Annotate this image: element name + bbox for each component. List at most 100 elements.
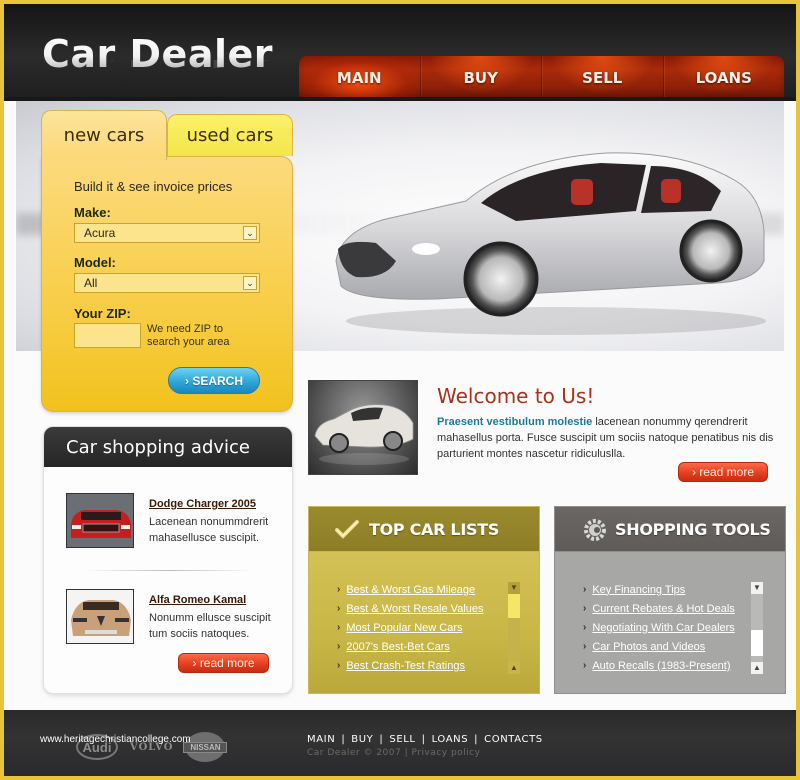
advice-title: Car shopping advice — [44, 427, 292, 467]
list-item-link[interactable]: Key Financing Tips — [592, 584, 685, 596]
list-item-link[interactable]: Current Rebates & Hot Deals — [592, 603, 734, 615]
chevron-right-icon: › — [583, 584, 587, 595]
separator: | — [341, 734, 346, 745]
model-select[interactable]: All ⌄ — [74, 273, 260, 293]
page-frame: Car Dealer Car Dealer MAIN BUY SELL LOAN… — [4, 4, 796, 776]
chevron-right-icon: › — [337, 603, 341, 614]
top-car-lists-items: › Best & Worst Gas Mileage › Best & Worst … — [337, 580, 484, 675]
scroll-up-icon[interactable]: ▲ — [751, 662, 763, 674]
gear-icon — [584, 519, 606, 541]
list-item[interactable]: › Best & Worst Gas Mileage — [337, 580, 484, 599]
scroll-up-icon[interactable]: ▲ — [508, 662, 520, 674]
footer-link-main[interactable]: MAIN — [307, 734, 335, 745]
chevron-right-icon: › — [337, 584, 341, 595]
chevron-right-icon: › — [337, 641, 341, 652]
header: Car Dealer Car Dealer MAIN BUY SELL LOAN… — [4, 4, 796, 101]
chevron-right-icon: › — [583, 603, 587, 614]
top-car-lists-title: TOP CAR LISTS — [369, 519, 500, 539]
separator: | — [379, 734, 384, 745]
footer: Audi VOLVO NISSAN www.heritagechristianc… — [4, 710, 796, 776]
dodge-charger-thumbnail[interactable] — [66, 493, 134, 548]
nissan-logo: NISSAN — [183, 732, 228, 762]
divider — [84, 570, 254, 571]
chevron-right-icon: › — [583, 622, 587, 633]
list-item-link[interactable]: 2007's Best-Bet Cars — [346, 641, 450, 653]
main-nav: MAIN BUY SELL LOANS — [299, 56, 784, 100]
welcome-car-image — [308, 380, 418, 475]
footer-link-sell[interactable]: SELL — [389, 734, 415, 745]
welcome-read-more-button[interactable]: › read more — [678, 462, 768, 482]
scroll-down-icon[interactable]: ▼ — [508, 582, 520, 594]
separator: | — [474, 734, 479, 745]
shopping-tools-panel: SHOPPING TOOLS › Key Financing Tips › Curr… — [554, 506, 786, 694]
list-item-link[interactable]: Negotiating With Car Dealers — [592, 622, 734, 634]
list-item-link[interactable]: Best & Worst Gas Mileage — [346, 584, 475, 596]
top-lists-scrollbar[interactable]: ▼ ▲ — [508, 582, 520, 674]
zip-label: Your ZIP: — [74, 306, 131, 321]
chevron-right-icon: › — [583, 660, 587, 671]
shopping-tools-scrollbar[interactable]: ▼ ▲ — [751, 582, 763, 674]
make-label: Make: — [74, 205, 111, 220]
footer-link-contacts[interactable]: CONTACTS — [484, 734, 543, 745]
list-item[interactable]: › Negotiating With Car Dealers — [583, 618, 735, 637]
separator: | — [404, 748, 412, 758]
chevron-down-icon[interactable]: ⌄ — [243, 276, 257, 290]
list-item[interactable]: › Best Crash-Test Ratings — [337, 656, 484, 675]
list-item-link[interactable]: Best & Worst Resale Values — [346, 603, 483, 615]
welcome-text: Praesent vestibulum molestie lacenean no… — [437, 414, 777, 462]
shopping-tools-header: SHOPPING TOOLS — [554, 506, 786, 552]
alfa-romeo-thumbnail[interactable] — [66, 589, 134, 644]
footer-copyright: Car Dealer © 2007 | Privacy policy — [307, 748, 480, 758]
advice-read-more-button[interactable]: › read more — [178, 653, 269, 673]
zip-note: We need ZIP to search your area — [147, 323, 230, 348]
shopping-tools-body: › Key Financing Tips › Current Rebates & H… — [554, 552, 786, 694]
model-select-value: All — [84, 276, 98, 290]
list-item[interactable]: › Car Photos and Videos — [583, 637, 735, 656]
nav-sell[interactable]: SELL — [541, 56, 663, 100]
scroll-down-icon[interactable]: ▼ — [751, 582, 763, 594]
search-form: Build it & see invoice prices Make: Acur… — [41, 156, 293, 412]
list-item[interactable]: › Best & Worst Resale Values — [337, 599, 484, 618]
advice-item-title[interactable]: Alfa Romeo Kamal — [149, 594, 246, 606]
footer-url: www.heritagechristiancollege.com — [40, 734, 191, 745]
list-item-link[interactable]: Most Popular New Cars — [346, 622, 462, 634]
list-item[interactable]: › Auto Recalls (1983-Present) — [583, 656, 735, 675]
list-item[interactable]: › Key Financing Tips — [583, 580, 735, 599]
separator: | — [421, 734, 426, 745]
welcome-title: Welcome to Us! — [437, 384, 595, 408]
advice-item-title[interactable]: Dodge Charger 2005 — [149, 498, 256, 510]
top-car-lists-header: TOP CAR LISTS — [308, 506, 540, 552]
list-item[interactable]: › 2007's Best-Bet Cars — [337, 637, 484, 656]
chevron-right-icon: › — [337, 622, 341, 633]
checkmark-icon — [335, 520, 359, 539]
make-select[interactable]: Acura ⌄ — [74, 223, 260, 243]
list-item-link[interactable]: Best Crash-Test Ratings — [346, 660, 465, 672]
tab-new-cars[interactable]: new cars — [41, 110, 167, 160]
make-select-value: Acura — [84, 226, 116, 240]
shopping-tools-items: › Key Financing Tips › Current Rebates & H… — [583, 580, 735, 675]
footer-link-loans[interactable]: LOANS — [432, 734, 469, 745]
search-intro: Build it & see invoice prices — [74, 179, 233, 194]
nav-loans[interactable]: LOANS — [662, 56, 784, 100]
top-car-lists-panel: TOP CAR LISTS › Best & Worst Gas Mileage … — [308, 506, 540, 694]
welcome-lead: Praesent vestibulum molestie — [437, 416, 593, 428]
list-item[interactable]: › Most Popular New Cars — [337, 618, 484, 637]
list-item-link[interactable]: Auto Recalls (1983-Present) — [592, 660, 730, 672]
list-item[interactable]: › Current Rebates & Hot Deals — [583, 599, 735, 618]
car-search-panel: used cars new cars Build it & see invoic… — [41, 110, 293, 412]
zip-input[interactable] — [74, 323, 141, 348]
scrollbar-thumb[interactable] — [751, 630, 763, 656]
nav-buy[interactable]: BUY — [419, 56, 541, 100]
model-label: Model: — [74, 255, 116, 270]
search-button[interactable]: › SEARCH — [168, 367, 260, 394]
scrollbar-thumb[interactable] — [508, 594, 520, 618]
footer-nav: MAIN | BUY | SELL | LOANS | CONTACTS — [307, 734, 543, 745]
privacy-policy-link[interactable]: Privacy policy — [412, 748, 481, 758]
chevron-down-icon[interactable]: ⌄ — [243, 226, 257, 240]
footer-link-buy[interactable]: BUY — [351, 734, 373, 745]
list-item-link[interactable]: Car Photos and Videos — [592, 641, 705, 653]
nav-main[interactable]: MAIN — [299, 56, 420, 100]
advice-item-text: Nonumm ellusce suscipit tum sociis natoq… — [149, 612, 271, 640]
site-logo[interactable]: Car Dealer — [42, 32, 273, 76]
tab-used-cars[interactable]: used cars — [167, 114, 293, 156]
